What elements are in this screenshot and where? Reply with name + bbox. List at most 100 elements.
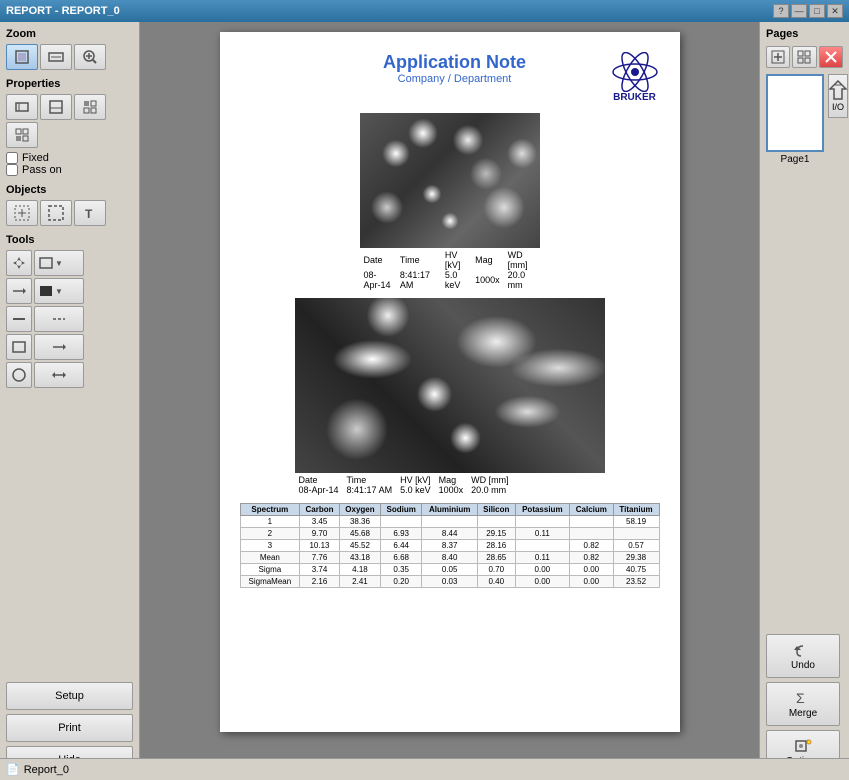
table-cell (381, 516, 422, 528)
minimize-button[interactable]: — (791, 4, 807, 18)
print-button[interactable]: Print (6, 714, 133, 742)
table-cell: 7.76 (300, 552, 340, 564)
undo-icon (793, 642, 813, 658)
prop-btn-4[interactable] (6, 122, 38, 148)
svg-text:T: T (85, 207, 93, 221)
img-2-caption: Date Time HV [kV] Mag WD [mm] 08-Apr-14 … (295, 475, 605, 495)
table-header-cell: Oxygen (339, 504, 380, 516)
table-row: SigmaMean2.162.410.200.030.400.000.0023.… (240, 576, 659, 588)
table-cell: 10.13 (300, 540, 340, 552)
table-header-cell: Sodium (381, 504, 422, 516)
pass-on-label: Pass on (22, 164, 62, 176)
page-add-button[interactable] (766, 46, 790, 68)
status-icon: 📄 (6, 763, 20, 776)
img1-mag-label: Mag (471, 250, 504, 270)
zoom-fit-width-button[interactable] (40, 44, 72, 70)
table-cell: 8.40 (422, 552, 478, 564)
tool-box-button[interactable] (6, 334, 32, 360)
table-cell (478, 516, 516, 528)
tools-label: Tools (6, 234, 133, 246)
img2-time-label: Time (343, 475, 397, 485)
tool-arrow-right-button[interactable] (6, 278, 32, 304)
table-header-cell: Silicon (478, 504, 516, 516)
objects-label: Objects (6, 184, 133, 196)
window-title: REPORT - REPORT_0 (6, 5, 120, 17)
table-header-cell: Carbon (300, 504, 340, 516)
setup-button[interactable]: Setup (6, 682, 133, 710)
app-note-title-text: Application Note (300, 52, 610, 73)
tool-dash-button[interactable] (34, 306, 84, 332)
zoom-fit-page-button[interactable] (6, 44, 38, 70)
tool-circle-button[interactable] (6, 362, 32, 388)
table-cell: 0.11 (515, 528, 570, 540)
img2-date-val: 08-Apr-14 (295, 485, 343, 495)
help-button[interactable]: ? (773, 4, 789, 18)
canvas-area: Application Note Company / Department BR… (140, 22, 759, 780)
table-row: Mean7.7643.186.688.4028.650.110.8229.38 (240, 552, 659, 564)
pass-on-checkbox[interactable] (6, 164, 18, 176)
page-delete-button[interactable] (819, 46, 843, 68)
table-row: 310.1345.526.448.3728.160.820.57 (240, 540, 659, 552)
pages-view: Page1 I/O (766, 74, 843, 165)
obj-frame-button[interactable] (40, 200, 72, 226)
zoom-in-button[interactable] (74, 44, 106, 70)
prop-btn-3[interactable] (74, 94, 106, 120)
undo-label: Undo (791, 660, 815, 671)
table-cell: 6.44 (381, 540, 422, 552)
status-bar: 📄 Report_0 (0, 758, 849, 780)
microscope-image-2: Date Time HV [kV] Mag WD [mm] 08-Apr-14 … (295, 298, 605, 495)
io-label: I/O (832, 102, 844, 112)
img2-mag-label: Mag (435, 475, 468, 485)
table-row: Sigma3.744.180.350.050.700.000.0040.75 (240, 564, 659, 576)
close-button[interactable]: ✕ (827, 4, 843, 18)
table-cell: 8.44 (422, 528, 478, 540)
merge-icon: Σ (793, 690, 813, 706)
table-cell: 0.03 (422, 576, 478, 588)
tool-arrow-long-button[interactable] (34, 334, 84, 360)
options-icon (793, 738, 813, 754)
tool-fill-dropdown[interactable]: ▼ (34, 278, 84, 304)
img1-time-val: 8:41:17 AM (396, 270, 441, 290)
fixed-checkbox[interactable] (6, 152, 18, 164)
bruker-logo: BRUKER (610, 52, 660, 103)
img2-wd-label: WD [mm] (467, 475, 513, 485)
maximize-button[interactable]: □ (809, 4, 825, 18)
micro-img-2-container (295, 298, 605, 473)
tool-rect-dropdown[interactable]: ▼ (34, 250, 84, 276)
prop-btn-1[interactable] (6, 94, 38, 120)
io-button[interactable]: I/O (828, 74, 848, 118)
obj-text-button[interactable]: T (74, 200, 106, 226)
tool-hline-button[interactable] (6, 306, 32, 332)
properties-label: Properties (6, 78, 133, 90)
table-cell: 6.93 (381, 528, 422, 540)
table-cell: 0.00 (515, 564, 570, 576)
table-cell: 29.15 (478, 528, 516, 540)
table-cell (613, 528, 659, 540)
undo-button[interactable]: Undo (766, 634, 840, 678)
prop-btn-2[interactable] (40, 94, 72, 120)
obj-select-button[interactable] (6, 200, 38, 226)
page-grid-button[interactable] (792, 46, 816, 68)
tools-row-4 (6, 334, 133, 360)
img1-time-label: Time (396, 250, 441, 270)
table-cell: 0.11 (515, 552, 570, 564)
table-cell: 0.35 (381, 564, 422, 576)
page1-thumbnail[interactable] (766, 74, 824, 152)
table-header-row: SpectrumCarbonOxygenSodiumAluminiumSilic… (240, 504, 659, 516)
table-cell: 2.16 (300, 576, 340, 588)
table-header-cell: Titanium (613, 504, 659, 516)
objects-buttons: T (6, 200, 133, 226)
img-1-meta-table: Date Time HV [kV] Mag WD [mm] 08-Apr-14 … (360, 250, 540, 290)
app-note-title-block: Application Note Company / Department (300, 52, 610, 85)
tool-move-button[interactable] (6, 250, 32, 276)
spectrum-data-table: SpectrumCarbonOxygenSodiumAluminiumSilic… (240, 503, 660, 588)
table-cell: 2.41 (339, 576, 380, 588)
tool-double-arrow-button[interactable] (34, 362, 84, 388)
table-cell: 4.18 (339, 564, 380, 576)
merge-button[interactable]: Σ Merge (766, 682, 840, 726)
table-cell: 40.75 (613, 564, 659, 576)
svg-text:Σ: Σ (796, 690, 805, 706)
table-cell: 0.00 (515, 576, 570, 588)
pages-toolbar (766, 46, 843, 68)
bruker-text: BRUKER (613, 92, 656, 103)
